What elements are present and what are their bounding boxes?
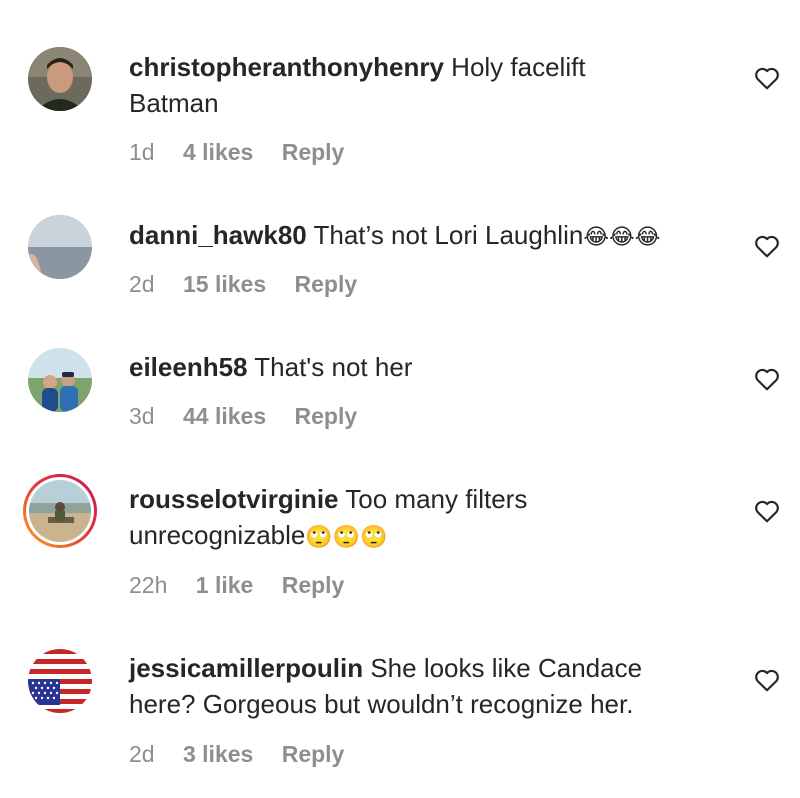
comment-text: danni_hawk80 That’s not Lori Laughlin😂😂😂 <box>129 217 729 253</box>
comment-time: 2d <box>129 741 155 767</box>
reply-button[interactable]: Reply <box>295 271 358 297</box>
comment-body-line1: Holy facelift <box>451 52 586 82</box>
heart-outline-icon[interactable] <box>754 367 780 391</box>
comment-body-line1: Too many filters <box>345 484 528 514</box>
comment-likes[interactable]: 1 like <box>196 572 254 598</box>
comment-text: rousselotvirginie Too many filters unrec… <box>129 481 729 553</box>
heart-outline-icon[interactable] <box>754 668 780 692</box>
avatar-with-story-ring[interactable] <box>22 473 98 549</box>
heart-outline-icon[interactable] <box>754 499 780 523</box>
comment-body-line2: Batman <box>129 88 219 118</box>
reply-button[interactable]: Reply <box>295 403 358 429</box>
reply-button[interactable]: Reply <box>282 139 345 165</box>
laughing-emoji: 😂😂😂 <box>583 224 661 250</box>
comment-meta: 1d 4 likes Reply <box>129 137 366 167</box>
eye-roll-emoji: 🙄🙄🙄 <box>305 524 388 550</box>
comment-body-line1: That's not her <box>254 352 413 382</box>
heart-outline-icon[interactable] <box>754 234 780 258</box>
avatar[interactable] <box>28 649 92 713</box>
comment-time: 22h <box>129 572 168 598</box>
comment-likes[interactable]: 44 likes <box>183 403 266 429</box>
comment-username[interactable]: rousselotvirginie <box>129 484 339 514</box>
comment-body-line2: unrecognizable <box>129 520 306 550</box>
comment-meta: 3d 44 likes Reply <box>129 401 379 431</box>
reply-button[interactable]: Reply <box>282 572 345 598</box>
comment-text: jessicamillerpoulin She looks like Canda… <box>129 650 729 722</box>
comment-time: 3d <box>129 403 155 429</box>
comment-body-line1: She looks like Candace <box>370 653 643 683</box>
avatar[interactable] <box>28 215 92 279</box>
heart-outline-icon[interactable] <box>754 66 780 90</box>
comment-username[interactable]: eileenh58 <box>129 352 248 382</box>
comment-time: 2d <box>129 271 155 297</box>
comment-time: 1d <box>129 139 155 165</box>
comment-text: eileenh58 That's not her <box>129 349 729 385</box>
comment-likes[interactable]: 3 likes <box>183 741 253 767</box>
comment-meta: 2d 15 likes Reply <box>129 269 379 299</box>
comment-username[interactable]: danni_hawk80 <box>129 220 307 250</box>
comment-text: christopheranthonyhenry Holy facelift Ba… <box>129 49 729 121</box>
comment-body-line2: here? Gorgeous but wouldn’t recognize he… <box>129 689 634 719</box>
avatar[interactable] <box>28 47 92 111</box>
comment-username[interactable]: christopheranthonyhenry <box>129 52 444 82</box>
avatar[interactable] <box>28 348 92 412</box>
comment-username[interactable]: jessicamillerpoulin <box>129 653 363 683</box>
comment-likes[interactable]: 4 likes <box>183 139 253 165</box>
comment-body-line1: That’s not Lori Laughlin <box>313 220 584 250</box>
comment-likes[interactable]: 15 likes <box>183 271 266 297</box>
comment-meta: 2d 3 likes Reply <box>129 739 366 769</box>
reply-button[interactable]: Reply <box>282 741 345 767</box>
comment-meta: 22h 1 like Reply <box>129 570 366 600</box>
